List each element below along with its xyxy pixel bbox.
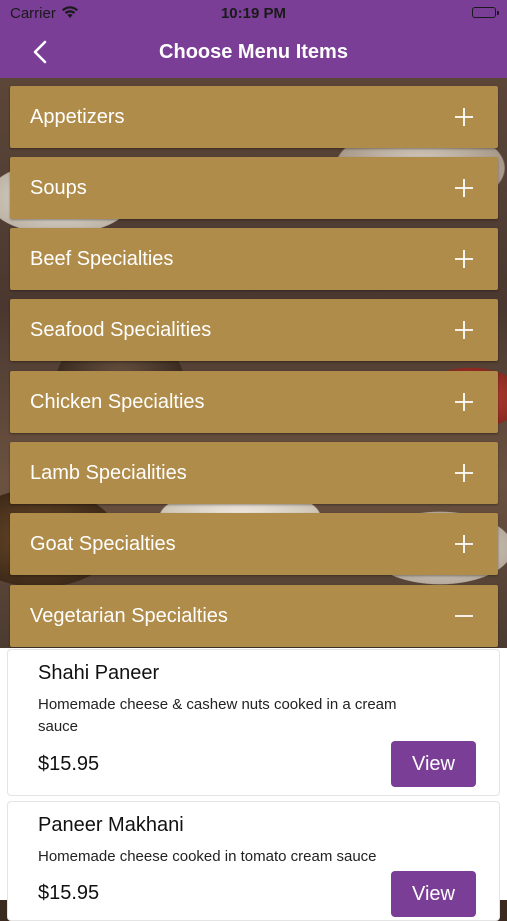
plus-icon [454, 320, 474, 340]
plus-icon [454, 534, 474, 554]
category-label: Soups [30, 177, 87, 199]
category-beef-specialties[interactable]: Beef Specialties [10, 228, 498, 290]
category-label: Seafood Specialities [30, 319, 212, 341]
category-label: Appetizers [30, 106, 125, 128]
menu-item-list: Shahi Paneer Homemade cheese & cashew nu… [0, 648, 507, 921]
battery-icon [472, 7, 499, 18]
menu-item-price: $15.95 [38, 882, 100, 904]
plus-icon [454, 107, 474, 127]
plus-icon [454, 463, 474, 483]
status-time: 10:19 PM [220, 5, 287, 22]
category-chicken-specialties[interactable]: Chicken Specialties [10, 371, 498, 433]
menu-item-price: $15.95 [38, 753, 100, 775]
category-soups[interactable]: Soups [10, 157, 498, 219]
menu-item-name: Paneer Makhani [38, 814, 184, 836]
menu-item-name: Shahi Paneer [38, 662, 160, 684]
menu-item-card: Paneer Makhani Homemade cheese cooked in… [7, 801, 500, 921]
category-appetizers[interactable]: Appetizers [10, 86, 498, 148]
category-vegetarian-specialties[interactable]: Vegetarian Specialties [10, 585, 498, 647]
category-label: Lamb Specialities [30, 462, 187, 484]
status-bar: Carrier 10:19 PM [0, 0, 507, 28]
plus-icon [454, 392, 474, 412]
category-label: Goat Specialties [30, 533, 176, 555]
category-label: Vegetarian Specialties [30, 605, 228, 627]
menu-item-card: Shahi Paneer Homemade cheese & cashew nu… [7, 649, 500, 796]
page-title: Choose Menu Items [159, 41, 348, 63]
view-button[interactable]: View [391, 871, 476, 917]
category-goat-specialties[interactable]: Goat Specialties [10, 513, 498, 575]
navigation-bar: Choose Menu Items [0, 28, 507, 78]
menu-item-description: Homemade cheese & cashew nuts cooked in … [38, 696, 397, 735]
plus-icon [454, 249, 474, 269]
category-label: Chicken Specialties [30, 391, 205, 413]
category-seafood-specialities[interactable]: Seafood Specialities [10, 299, 498, 361]
category-label: Beef Specialties [30, 248, 174, 270]
menu-item-description: Homemade cheese cooked in tomato cream s… [38, 848, 377, 865]
plus-icon [454, 178, 474, 198]
view-button[interactable]: View [391, 741, 476, 787]
minus-icon [454, 606, 474, 626]
category-lamb-specialities[interactable]: Lamb Specialities [10, 442, 498, 504]
